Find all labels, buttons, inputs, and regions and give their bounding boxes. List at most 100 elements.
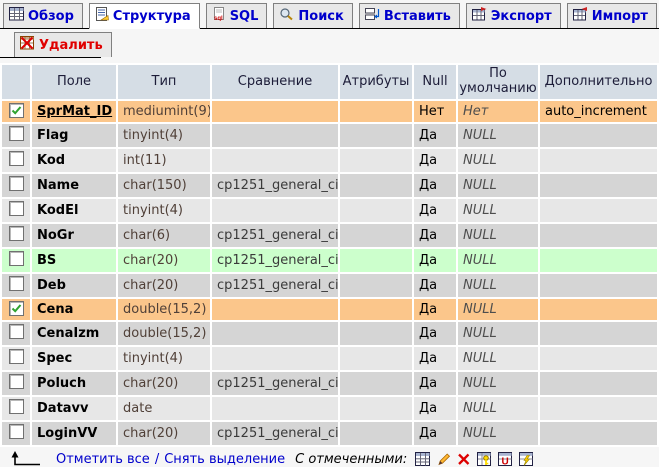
- field-type: date: [118, 397, 210, 420]
- row-checkbox[interactable]: [9, 103, 24, 118]
- field-default: NULL: [458, 199, 538, 222]
- field-null: Да: [414, 224, 456, 247]
- field-collation: cp1251_general_ci: [212, 174, 338, 197]
- table-row: Spectinyint(4)ДаNULL: [2, 347, 657, 370]
- tab-structure[interactable]: Структура: [89, 3, 200, 29]
- row-checkbox[interactable]: [9, 399, 24, 414]
- tab-sql[interactable]: sql SQL: [206, 3, 268, 28]
- field-collation: cp1251_general_ci: [212, 372, 338, 395]
- primary-key-action-icon[interactable]: [477, 452, 492, 466]
- field-null: Да: [414, 372, 456, 395]
- row-checkbox-cell: [2, 101, 30, 122]
- field-type: char(20): [118, 372, 210, 395]
- field-attributes: [340, 397, 412, 420]
- structure-table-body: SprMat_IDmediumint(9)НетНетauto_incremen…: [2, 101, 657, 445]
- tab-browse[interactable]: Обзор: [3, 3, 83, 28]
- table-header-row: Поле Тип Сравнение Атрибуты Null По умол…: [2, 65, 657, 99]
- field-name[interactable]: SprMat_ID: [32, 101, 116, 122]
- drop-action-icon[interactable]: [457, 452, 471, 466]
- header-checkbox-cell: [2, 65, 30, 99]
- field-default: NULL: [458, 372, 538, 395]
- field-attributes: [340, 322, 412, 345]
- field-default: NULL: [458, 299, 538, 320]
- field-default: NULL: [458, 124, 538, 147]
- row-checkbox[interactable]: [9, 374, 24, 389]
- table-row: DatavvdateДаNULL: [2, 397, 657, 420]
- field-attributes: [340, 299, 412, 320]
- field-extra: [540, 224, 657, 247]
- row-checkbox-cell: [2, 274, 30, 297]
- field-attributes: [340, 224, 412, 247]
- row-checkbox[interactable]: [9, 424, 24, 439]
- field-extra: [540, 274, 657, 297]
- tab-import[interactable]: Импорт: [567, 3, 657, 28]
- field-attributes: [340, 101, 412, 122]
- unique-index-action-icon[interactable]: U: [498, 452, 513, 466]
- field-default: NULL: [458, 149, 538, 172]
- field-name: NoGr: [32, 224, 116, 247]
- field-extra: [540, 322, 657, 345]
- field-extra: [540, 174, 657, 197]
- field-name: Deb: [32, 274, 116, 297]
- row-checkbox[interactable]: [9, 276, 24, 291]
- tab-label: Экспорт: [491, 9, 552, 24]
- index-action-icon[interactable]: [519, 452, 534, 466]
- field-extra: [540, 347, 657, 370]
- tab-label: Вставить: [384, 9, 451, 24]
- field-null: Да: [414, 347, 456, 370]
- row-checkbox[interactable]: [9, 151, 24, 166]
- tab-export[interactable]: Экспорт: [466, 3, 561, 28]
- change-action-icon[interactable]: [437, 452, 451, 466]
- field-collation: [212, 101, 338, 122]
- header-default: По умолчанию: [458, 65, 538, 99]
- with-selected-label: С отмеченными:: [295, 452, 407, 467]
- field-attributes: [340, 249, 412, 272]
- row-checkbox[interactable]: [9, 226, 24, 241]
- table-row: Debchar(20)cp1251_general_ciДаNULL: [2, 274, 657, 297]
- field-type: double(15,2): [118, 299, 210, 320]
- field-collation: cp1251_general_ci: [212, 224, 338, 247]
- row-checkbox[interactable]: [9, 126, 24, 141]
- svg-text:sql: sql: [214, 16, 223, 21]
- row-checkbox[interactable]: [9, 176, 24, 191]
- field-default: NULL: [458, 224, 538, 247]
- check-all-link[interactable]: Отметить все: [56, 452, 150, 467]
- tab-insert[interactable]: Вставить: [359, 3, 460, 28]
- field-null: Да: [414, 124, 456, 147]
- row-checkbox-cell: [2, 322, 30, 345]
- browse-action-icon[interactable]: [415, 452, 431, 466]
- field-name: CenaIzm: [32, 322, 116, 345]
- insert-icon: [365, 7, 380, 25]
- row-checkbox[interactable]: [9, 251, 24, 266]
- row-checkbox-cell: [2, 224, 30, 247]
- link-separator: /: [155, 452, 159, 467]
- field-collation: [212, 199, 338, 222]
- field-null: Да: [414, 174, 456, 197]
- table-row: SprMat_IDmediumint(9)НетНетauto_incremen…: [2, 101, 657, 122]
- row-checkbox[interactable]: [9, 201, 24, 216]
- tab-search[interactable]: Поиск: [273, 3, 352, 28]
- table-row: KodEltinyint(4)ДаNULL: [2, 199, 657, 222]
- field-default: Нет: [458, 101, 538, 122]
- field-attributes: [340, 149, 412, 172]
- field-null: Да: [414, 249, 456, 272]
- field-type: tinyint(4): [118, 347, 210, 370]
- field-default: NULL: [458, 274, 538, 297]
- table-row: Kodint(11)ДаNULL: [2, 149, 657, 172]
- field-null: Да: [414, 322, 456, 345]
- tab-drop[interactable]: Удалить: [14, 32, 112, 57]
- header-attributes: Атрибуты: [340, 65, 412, 99]
- table-row: NoGrchar(6)cp1251_general_ci ДаNULL: [2, 224, 657, 247]
- field-name: BS: [32, 249, 116, 272]
- uncheck-all-link[interactable]: Снять выделение: [164, 452, 285, 467]
- row-checkbox[interactable]: [9, 349, 24, 364]
- row-checkbox[interactable]: [9, 324, 24, 339]
- field-type: tinyint(4): [118, 199, 210, 222]
- field-attributes: [340, 347, 412, 370]
- footer-bar: Отметить все / Снять выделение С отмечен…: [0, 447, 659, 467]
- row-checkbox-cell: [2, 397, 30, 420]
- field-name: Name: [32, 174, 116, 197]
- field-default: NULL: [458, 397, 538, 420]
- row-checkbox[interactable]: [9, 301, 24, 316]
- field-type: char(6): [118, 224, 210, 247]
